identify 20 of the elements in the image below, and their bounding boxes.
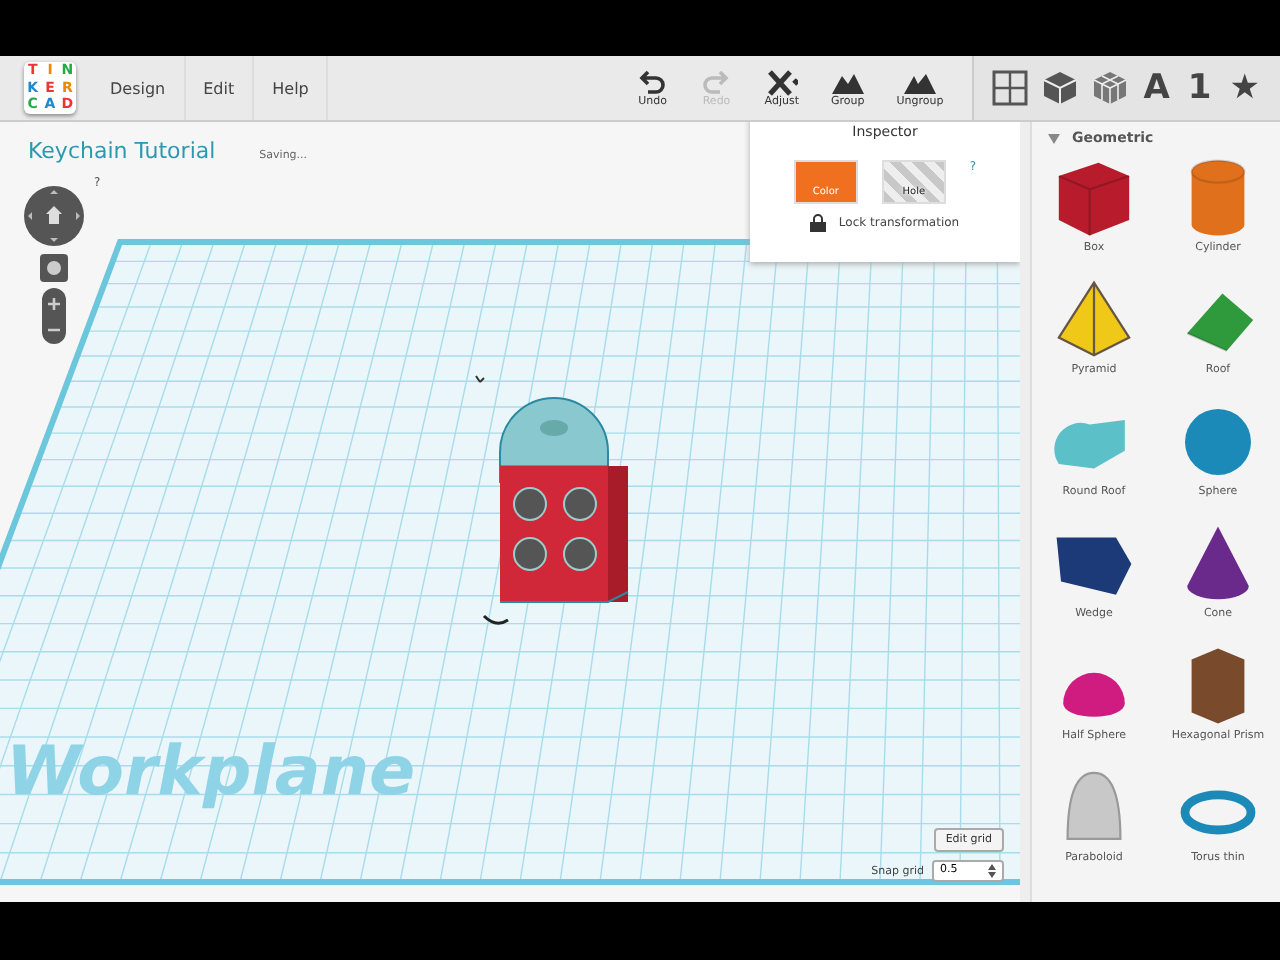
mountain-icon [903,69,936,95]
grid-view-icon[interactable] [989,68,1030,108]
wireframe-cube-icon[interactable] [1089,68,1130,108]
cube-icon[interactable] [1039,68,1080,108]
view-button[interactable]: 1 [1183,68,1216,108]
zoom-control-icon[interactable] [42,288,66,344]
menu-item[interactable]: Design [92,56,186,120]
lock-icon[interactable] [810,214,827,232]
view-button[interactable]: A [1139,68,1174,108]
menu-item[interactable]: Help [254,56,329,120]
orbit-control-icon[interactable] [22,184,86,248]
collapse-icon[interactable] [1048,133,1060,143]
redo-icon [700,69,733,95]
fit-view-icon[interactable] [40,254,68,282]
view-button[interactable]: ★ [1225,68,1264,108]
mountain-icon [831,69,864,95]
menu-item[interactable]: Edit [185,56,255,120]
undo-icon [636,69,669,95]
adjust-icon [765,69,798,95]
spinner-arrows-icon[interactable] [988,864,996,878]
